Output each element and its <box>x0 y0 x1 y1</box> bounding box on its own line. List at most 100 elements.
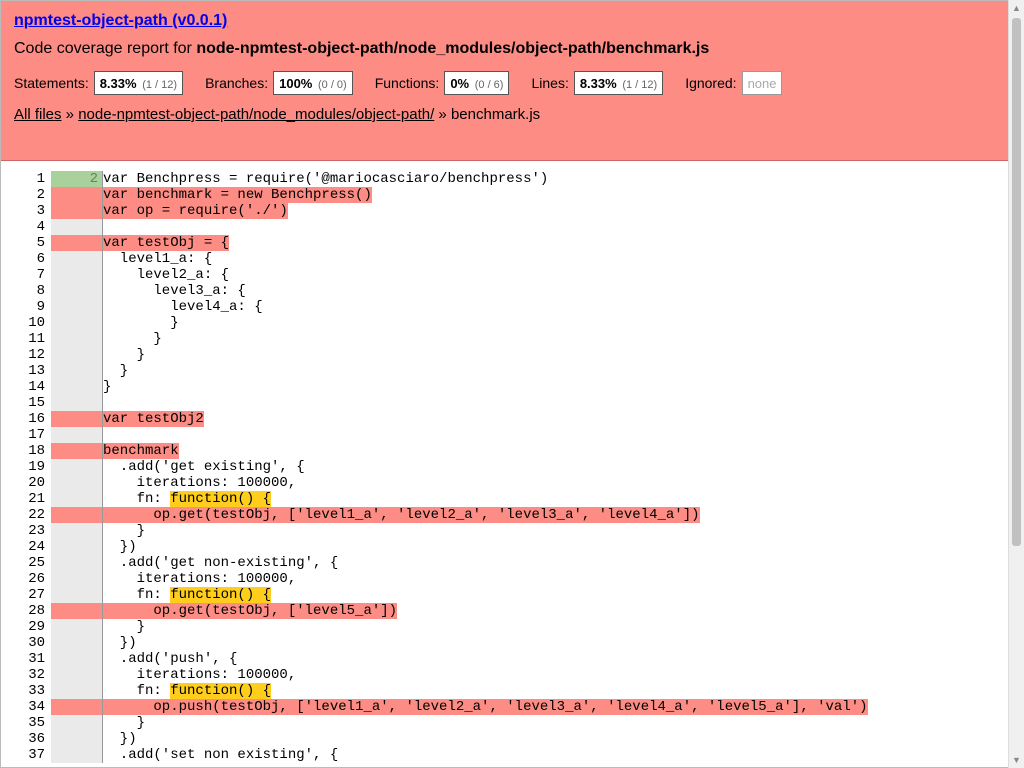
code-line: 3 var op = require('./') <box>1 203 1008 219</box>
stat-lines-label: Lines: <box>531 75 569 91</box>
line-number[interactable]: 28 <box>1 603 51 619</box>
code-segment: } <box>103 331 162 347</box>
line-number[interactable]: 19 <box>1 459 51 475</box>
hit-count <box>51 475 102 491</box>
code-line: 2 var benchmark = new Benchpress() <box>1 187 1008 203</box>
stat-functions-frac: (0 / 6) <box>474 79 504 91</box>
source-text: level4_a: { <box>103 299 262 315</box>
uncovered-statement-segment: op.get(testObj, ['level5_a']) <box>103 603 398 619</box>
line-number[interactable]: 10 <box>1 315 51 331</box>
line-number[interactable]: 20 <box>1 475 51 491</box>
line-number[interactable]: 18 <box>1 443 51 459</box>
stat-functions: Functions: 0% (0 / 6) <box>375 71 510 95</box>
line-number[interactable]: 8 <box>1 283 51 299</box>
hit-count <box>51 747 102 763</box>
source-text: op.push(testObj, ['level1_a', 'level2_a'… <box>103 699 868 715</box>
stat-branches-value: 100% (0 / 0) <box>273 71 353 95</box>
hit-count <box>51 315 102 331</box>
uncovered-function-segment: function() { <box>170 587 272 603</box>
code-segment: .add('get non-existing', { <box>103 555 339 571</box>
line-number[interactable]: 24 <box>1 539 51 555</box>
line-number[interactable]: 14 <box>1 379 51 395</box>
line-number[interactable]: 33 <box>1 683 51 699</box>
scrollbar-thumb[interactable] <box>1012 18 1021 546</box>
scroll-down-arrow-icon[interactable]: ▼ <box>1009 752 1024 768</box>
code-segment: .add('set non existing', { <box>103 747 339 763</box>
source-text: } <box>103 619 145 635</box>
line-number[interactable]: 11 <box>1 331 51 347</box>
line-number[interactable]: 23 <box>1 523 51 539</box>
hit-count <box>51 731 102 747</box>
uncovered-function-segment: function() { <box>170 491 272 507</box>
line-number[interactable]: 9 <box>1 299 51 315</box>
code-line: 9 level4_a: { <box>1 299 1008 315</box>
hit-count <box>51 283 102 299</box>
line-number[interactable]: 1 <box>1 171 51 187</box>
page-viewport: npmtest-object-path (v0.0.1) Code covera… <box>0 0 1008 768</box>
line-number[interactable]: 2 <box>1 187 51 203</box>
source-text: }) <box>103 539 137 555</box>
line-number[interactable]: 4 <box>1 219 51 235</box>
stat-branches-frac: (0 / 0) <box>317 79 347 91</box>
line-number[interactable]: 31 <box>1 651 51 667</box>
line-number[interactable]: 27 <box>1 587 51 603</box>
line-number[interactable]: 5 <box>1 235 51 251</box>
line-number[interactable]: 34 <box>1 699 51 715</box>
hit-count <box>51 667 102 683</box>
code-line: 17 <box>1 427 1008 443</box>
hit-count <box>51 203 102 219</box>
hit-count <box>51 683 102 699</box>
line-number[interactable]: 13 <box>1 363 51 379</box>
source-text: benchmark <box>103 443 179 459</box>
line-number[interactable]: 6 <box>1 251 51 267</box>
source-text: op.get(testObj, ['level5_a']) <box>103 603 398 619</box>
line-number[interactable]: 37 <box>1 747 51 763</box>
line-number[interactable]: 22 <box>1 507 51 523</box>
stat-lines: Lines: 8.33% (1 / 12) <box>531 71 664 95</box>
line-number[interactable]: 21 <box>1 491 51 507</box>
breadcrumb-all-files-link[interactable]: All files <box>14 106 62 123</box>
uncovered-statement-segment: var testObj2 <box>103 411 204 427</box>
hit-count <box>51 539 102 555</box>
line-number[interactable]: 16 <box>1 411 51 427</box>
code-line: 21 fn: function() { <box>1 491 1008 507</box>
vertical-scrollbar[interactable]: ▲ ▼ <box>1008 0 1024 768</box>
source-text: } <box>103 347 145 363</box>
line-number[interactable]: 25 <box>1 555 51 571</box>
code-line: 15 <box>1 395 1008 411</box>
code-line: 34 op.push(testObj, ['level1_a', 'level2… <box>1 699 1008 715</box>
line-number[interactable]: 3 <box>1 203 51 219</box>
hit-count <box>51 603 102 619</box>
code-segment: } <box>103 715 146 731</box>
code-line: 6 level1_a: { <box>1 251 1008 267</box>
uncovered-statement-segment: op.get(testObj, ['level1_a', 'level2_a',… <box>103 507 700 523</box>
hit-count <box>51 715 102 731</box>
code-line: 36 }) <box>1 731 1008 747</box>
line-number[interactable]: 36 <box>1 731 51 747</box>
line-number[interactable]: 15 <box>1 395 51 411</box>
line-number[interactable]: 12 <box>1 347 51 363</box>
gutter-divider <box>102 395 103 411</box>
line-number[interactable]: 29 <box>1 619 51 635</box>
code-line: 33 fn: function() { <box>1 683 1008 699</box>
code-line: 28 op.get(testObj, ['level5_a']) <box>1 603 1008 619</box>
source-text: iterations: 100000, <box>103 475 297 491</box>
breadcrumb-directory-link[interactable]: node-npmtest-object-path/node_modules/ob… <box>78 106 434 123</box>
line-number[interactable]: 32 <box>1 667 51 683</box>
coverage-stats: Statements: 8.33% (1 / 12) Branches: 100… <box>14 70 995 96</box>
line-number[interactable]: 30 <box>1 635 51 651</box>
code-segment: } <box>103 379 112 395</box>
line-number[interactable]: 35 <box>1 715 51 731</box>
code-line: 18 benchmark <box>1 443 1008 459</box>
gutter-divider <box>102 427 103 443</box>
source-text: fn: function() { <box>103 683 272 699</box>
line-number[interactable]: 7 <box>1 267 51 283</box>
source-text: level1_a: { <box>103 251 212 267</box>
source-text: } <box>103 331 162 347</box>
line-number[interactable]: 26 <box>1 571 51 587</box>
project-title-link[interactable]: npmtest-object-path (v0.0.1) <box>14 11 227 31</box>
scroll-up-arrow-icon[interactable]: ▲ <box>1009 0 1024 16</box>
line-number[interactable]: 17 <box>1 427 51 443</box>
hit-count <box>51 651 102 667</box>
code-line: 13 } <box>1 363 1008 379</box>
